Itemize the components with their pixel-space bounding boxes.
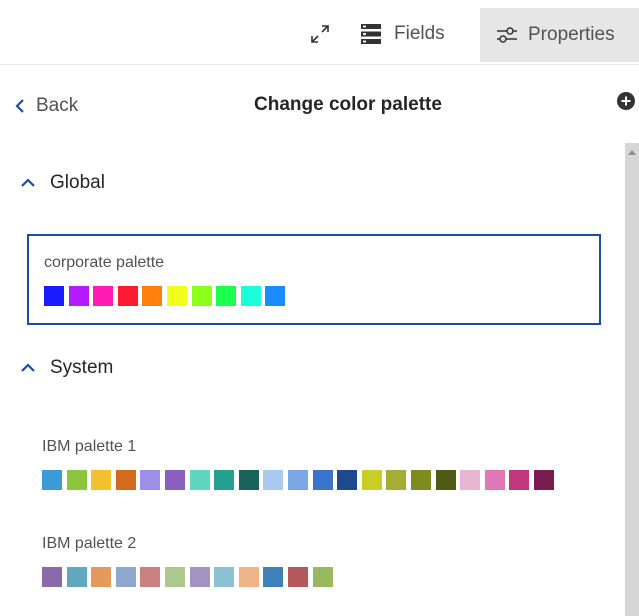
color-swatch (214, 567, 235, 587)
page-title: Change color palette (254, 94, 442, 115)
color-swatch (287, 567, 308, 587)
fields-button[interactable]: Fields (360, 12, 445, 56)
color-swatch (216, 286, 237, 306)
color-swatch (287, 470, 308, 490)
color-swatch (263, 567, 284, 587)
color-swatch (93, 286, 114, 306)
section-system-toggle[interactable]: System (20, 357, 113, 379)
palette-ibm-2-name: IBM palette 2 (42, 535, 137, 552)
section-global-toggle[interactable]: Global (20, 172, 105, 194)
back-label: Back (36, 95, 79, 116)
chevron-up-icon (21, 363, 35, 372)
palette-ibm-2-swatches (42, 567, 586, 587)
toolbar: Fields Properties (0, 0, 639, 65)
fields-label: Fields (394, 23, 445, 44)
color-swatch (238, 567, 259, 587)
properties-label: Properties (528, 24, 615, 45)
palette-corporate-swatches (44, 286, 584, 306)
color-swatch (140, 470, 161, 490)
properties-button[interactable]: Properties (480, 8, 639, 62)
sliders-icon (497, 27, 517, 43)
add-button[interactable] (617, 92, 635, 110)
color-swatch (189, 470, 210, 490)
color-swatch (140, 567, 161, 587)
color-swatch (460, 470, 481, 490)
color-swatch (42, 567, 62, 587)
color-swatch (115, 567, 136, 587)
color-swatch (410, 470, 431, 490)
color-swatch (66, 470, 87, 490)
color-swatch (91, 470, 112, 490)
color-swatch (265, 286, 286, 306)
color-swatch (240, 286, 261, 306)
color-swatch (117, 286, 138, 306)
scroll-up-arrow-icon[interactable] (628, 150, 636, 155)
color-swatch (435, 470, 456, 490)
add-circle-icon (617, 92, 635, 110)
color-swatch (263, 470, 284, 490)
color-swatch (189, 567, 210, 587)
color-swatch (312, 567, 333, 587)
color-swatch (164, 567, 185, 587)
color-swatch (91, 567, 112, 587)
color-swatch (214, 470, 235, 490)
palette-ibm-2[interactable]: IBM palette 2 (27, 533, 601, 587)
chevron-left-icon (15, 99, 24, 113)
color-swatch (44, 286, 64, 306)
palette-ibm-1[interactable]: IBM palette 1 (27, 436, 601, 490)
color-swatch (166, 286, 187, 306)
color-swatch (312, 470, 333, 490)
color-swatch (42, 470, 62, 490)
chevron-up-icon (21, 178, 35, 187)
color-swatch (386, 470, 407, 490)
back-button[interactable]: Back (14, 95, 78, 117)
color-swatch (238, 470, 259, 490)
color-swatch (361, 470, 382, 490)
palette-corporate-name: corporate palette (44, 254, 165, 271)
color-swatch (484, 470, 505, 490)
section-global-label: Global (50, 172, 105, 193)
color-swatch (142, 286, 163, 306)
color-swatch (164, 470, 185, 490)
color-swatch (509, 470, 530, 490)
color-swatch (115, 470, 136, 490)
scrollbar[interactable] (625, 143, 639, 616)
palette-ibm-1-swatches (42, 470, 586, 490)
section-system-label: System (50, 357, 114, 378)
palette-ibm-1-name: IBM palette 1 (42, 438, 137, 455)
color-swatch (66, 567, 87, 587)
color-swatch (68, 286, 89, 306)
expand-icon (311, 25, 329, 43)
color-swatch (533, 470, 554, 490)
color-swatch (337, 470, 358, 490)
expand-button[interactable] (306, 20, 334, 48)
palette-corporate[interactable]: corporate palette (27, 234, 601, 325)
fields-icon (361, 24, 381, 44)
color-swatch (191, 286, 212, 306)
